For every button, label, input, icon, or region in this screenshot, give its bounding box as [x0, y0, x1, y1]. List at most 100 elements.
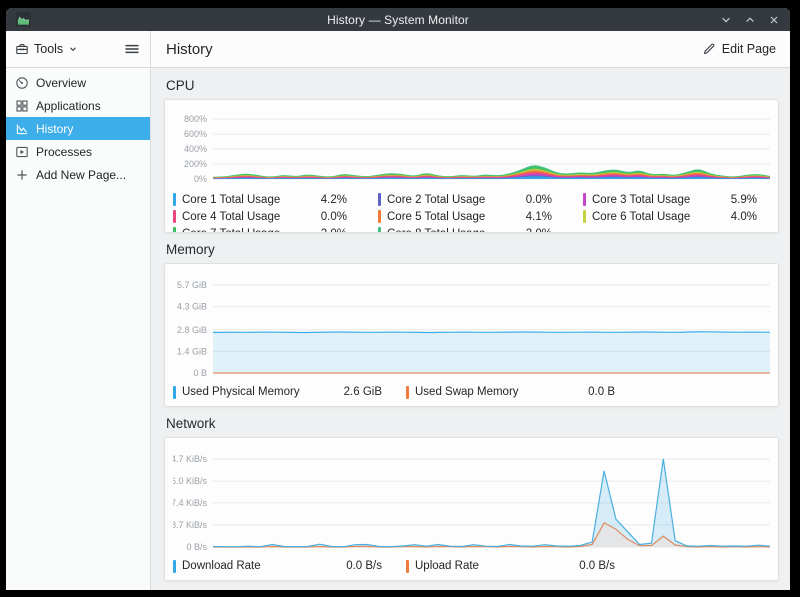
legend-label: Core 4 Total Usage — [182, 211, 280, 223]
legend-color-marker — [406, 560, 409, 573]
cpu-card: 800% 600% 400% 200% 0% Core 1 Total Usage 4.2%… — [164, 99, 779, 233]
legend-label: Used Swap Memory — [415, 386, 519, 398]
sidebar-item-label: Applications — [36, 99, 101, 113]
memory-legend: Used Physical Memory 2.6 GiB Used Swap Mem… — [173, 383, 771, 401]
axis-tick-label: 400% — [184, 144, 207, 154]
section-memory: Memory5.7 GiB4.3 GiB2.8 GiB1.4 GiB0 BUse… — [164, 242, 777, 407]
hamburger-icon — [124, 42, 140, 56]
axis-tick-label: 0 B — [193, 368, 207, 378]
legend-color-marker — [173, 193, 176, 206]
sidebar-item-label: Processes — [36, 145, 92, 159]
legend-label: Used Physical Memory — [182, 386, 300, 398]
chevron-down-icon — [720, 14, 732, 26]
hamburger-menu-button[interactable] — [124, 42, 140, 56]
sidebar-item-label: History — [36, 122, 73, 136]
window-title: History — System Monitor — [6, 13, 790, 27]
page-header: History Edit Page — [151, 31, 790, 67]
chevron-down-icon — [68, 44, 78, 54]
legend-color-marker — [378, 193, 381, 206]
axis-tick-label: 600% — [184, 129, 207, 139]
legend-value: 4.1% — [526, 211, 566, 223]
legend-item: Core 2 Total Usage0.0% — [378, 191, 566, 208]
processes-icon — [15, 145, 29, 159]
memory-chart: 5.7 GiB 4.3 GiB 2.8 GiB 1.4 GiB 0 B — [173, 269, 772, 381]
sidebar-item-label: Overview — [36, 76, 86, 90]
legend-item: Core 7 Total Usage2.0% — [173, 225, 361, 233]
titlebar[interactable]: History — System Monitor — [6, 8, 790, 31]
section-cpu: CPU 800% 600% 400% 200% 0% Core 1 Total Usage 4… — [164, 78, 777, 233]
legend-value: 4.2% — [321, 194, 361, 206]
legend-value: 2.0% — [321, 228, 361, 234]
axis-tick-label: 2.8 GiB — [177, 325, 207, 335]
legend-item: Used Swap Memory0.0 B — [406, 383, 629, 401]
axis-tick-label: 5.7 GiB — [177, 280, 207, 290]
legend-color-marker — [583, 210, 586, 223]
legend-item: Core 1 Total Usage 4.2% — [173, 191, 361, 208]
window-body: Overview Applications History Processes Add … — [6, 68, 790, 590]
history-chart-icon — [15, 122, 29, 136]
close-button[interactable] — [764, 11, 784, 29]
legend-label: Core 1 Total Usage — [182, 194, 280, 206]
axis-tick-label: 0% — [194, 174, 207, 184]
axis-tick-label: 4.3 GiB — [177, 302, 207, 312]
tools-label: Tools — [34, 42, 63, 56]
axis-tick-label: 26.0 KiB/s — [173, 476, 207, 486]
legend-item: Core 3 Total Usage5.9% — [583, 191, 771, 208]
sidebar-item-label: Add New Page... — [36, 168, 126, 182]
legend-item: Core 6 Total Usage 4.0% — [583, 208, 771, 225]
network-legend: Download Rate0.0 B/sUpload Rate0.0 B/s — [173, 557, 771, 575]
legend-color-marker — [378, 210, 381, 223]
legend-item: Core 4 Total Usage 0.0% — [173, 208, 361, 225]
axis-tick-label: 34.7 KiB/s — [173, 454, 207, 464]
desktop-background: History — System Monitor To — [0, 0, 800, 597]
page-title: History — [166, 41, 213, 58]
sidebar-item-applications[interactable]: Applications — [6, 94, 150, 117]
cpu-chart: 800% 600% 400% 200% 0% — [173, 105, 772, 189]
grid-icon — [15, 99, 29, 113]
edit-page-button[interactable]: Edit Page — [702, 42, 776, 56]
content-area: CPU 800% 600% 400% 200% 0% Core 1 Total Usage 4… — [151, 68, 790, 590]
section-network: Network34.7 KiB/s26.0 KiB/s17.4 KiB/s8.7… — [164, 416, 777, 581]
axis-tick-label: 200% — [184, 159, 207, 169]
system-monitor-app-icon — [16, 12, 31, 27]
legend-value: 2.6 GiB — [344, 386, 396, 398]
window-controls — [716, 11, 784, 29]
section-title-cpu: CPU — [166, 78, 777, 93]
legend-value: 0.0% — [321, 211, 361, 223]
legend-label: Download Rate — [182, 560, 261, 572]
network-card: 34.7 KiB/s26.0 KiB/s17.4 KiB/s8.7 KiB/s0… — [164, 437, 779, 581]
legend-color-marker — [378, 227, 381, 233]
app-window: History — System Monitor To — [6, 8, 790, 590]
axis-tick-label: 8.7 KiB/s — [173, 520, 207, 530]
legend-item: Used Physical Memory 2.6 GiB — [173, 383, 396, 401]
legend-label: Core 8 Total Usage — [387, 228, 485, 234]
legend-color-marker — [173, 386, 176, 399]
legend-value: 0.0 B/s — [346, 560, 396, 572]
sidebar-item-processes[interactable]: Processes — [6, 140, 150, 163]
toolbox-icon — [15, 42, 29, 56]
tools-menu-button[interactable]: Tools — [15, 42, 78, 56]
legend-value: 5.9% — [731, 194, 771, 206]
legend-color-marker — [406, 386, 409, 399]
legend-color-marker — [583, 193, 586, 206]
legend-color-marker — [173, 227, 176, 233]
axis-tick-label: 800% — [184, 114, 207, 124]
memory-card: 5.7 GiB 4.3 GiB 2.8 GiB 1.4 GiB 0 B Used Phys… — [164, 263, 779, 407]
legend-value: 4.0% — [731, 211, 771, 223]
axis-tick-label: 1.4 GiB — [177, 346, 207, 356]
chevron-up-icon — [744, 14, 756, 26]
sidebar-item-history[interactable]: History — [6, 117, 150, 140]
sidebar-item-add-new-page[interactable]: Add New Page... — [6, 163, 150, 186]
minimize-button[interactable] — [716, 11, 736, 29]
legend-item: Core 5 Total Usage 4.1% — [378, 208, 566, 225]
section-title-network: Network — [166, 416, 777, 431]
legend-item: Core 8 Total Usage 2.0% — [378, 225, 566, 233]
legend-value: 0.0 B/s — [579, 560, 629, 572]
legend-label: Core 5 Total Usage — [387, 211, 485, 223]
sidebar-item-overview[interactable]: Overview — [6, 71, 150, 94]
sidebar: Overview Applications History Processes Add … — [6, 68, 151, 590]
maximize-button[interactable] — [740, 11, 760, 29]
legend-item: Upload Rate0.0 B/s — [406, 557, 629, 575]
legend-label: Core 6 Total Usage — [592, 211, 690, 223]
legend-value: 2.0% — [526, 228, 566, 234]
